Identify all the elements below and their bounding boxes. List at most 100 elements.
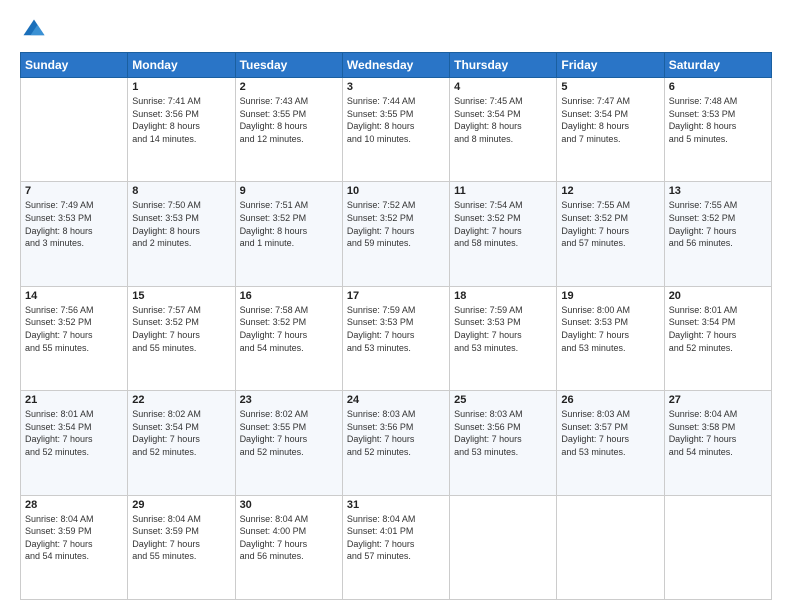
calendar-cell: 24 Sunrise: 8:03 AM Sunset: 3:56 PM Dayli…: [342, 391, 449, 495]
week-row-4: 21 Sunrise: 8:01 AM Sunset: 3:54 PM Dayli…: [21, 391, 772, 495]
calendar-cell: 17Sunrise: 7:59 AM Sunset: 3:53 PM Dayli…: [342, 286, 449, 390]
day-info: Sunrise: 8:04 AM Sunset: 3:59 PM Dayligh…: [132, 513, 230, 563]
weekday-header-wednesday: Wednesday: [342, 53, 449, 78]
weekday-header-monday: Monday: [128, 53, 235, 78]
day-number: 24: [347, 394, 445, 406]
calendar-cell: 5Sunrise: 7:47 AM Sunset: 3:54 PM Daylig…: [557, 78, 664, 182]
day-info: Sunrise: 7:50 AM Sunset: 3:53 PM Dayligh…: [132, 199, 230, 249]
week-row-5: 28 Sunrise: 8:04 AM Sunset: 3:59 PM Dayli…: [21, 495, 772, 599]
weekday-header-friday: Friday: [557, 53, 664, 78]
weekday-header-tuesday: Tuesday: [235, 53, 342, 78]
day-info: Sunrise: 8:01 AM Sunset: 3:54 PM Dayligh…: [669, 304, 767, 354]
day-number: 13: [669, 185, 767, 197]
day-number: 9: [240, 185, 338, 197]
day-info: Sunrise: 8:02 AM Sunset: 3:55 PM Dayligh…: [240, 408, 338, 458]
day-number: 10: [347, 185, 445, 197]
calendar-cell: [21, 78, 128, 182]
day-number: 7: [25, 185, 123, 197]
calendar-cell: 3 Sunrise: 7:44 AM Sunset: 3:55 PM Daylig…: [342, 78, 449, 182]
day-info: Sunrise: 7:57 AM Sunset: 3:52 PM Dayligh…: [132, 304, 230, 354]
calendar-cell: 23Sunrise: 8:02 AM Sunset: 3:55 PM Dayli…: [235, 391, 342, 495]
day-number: 5: [561, 81, 659, 93]
day-info: Sunrise: 7:48 AM Sunset: 3:53 PM Dayligh…: [669, 95, 767, 145]
calendar-cell: 22 Sunrise: 8:02 AM Sunset: 3:54 PM Dayli…: [128, 391, 235, 495]
calendar-cell: 2Sunrise: 7:43 AM Sunset: 3:55 PM Daylig…: [235, 78, 342, 182]
day-info: Sunrise: 7:58 AM Sunset: 3:52 PM Dayligh…: [240, 304, 338, 354]
day-number: 11: [454, 185, 552, 197]
day-info: Sunrise: 7:45 AM Sunset: 3:54 PM Dayligh…: [454, 95, 552, 145]
week-row-2: 7 Sunrise: 7:49 AM Sunset: 3:53 PM Daylig…: [21, 182, 772, 286]
day-number: 18: [454, 290, 552, 302]
day-info: Sunrise: 8:04 AM Sunset: 4:00 PM Dayligh…: [240, 513, 338, 563]
day-number: 15: [132, 290, 230, 302]
page: SundayMondayTuesdayWednesdayThursdayFrid…: [0, 0, 792, 612]
calendar-cell: 8 Sunrise: 7:50 AM Sunset: 3:53 PM Daylig…: [128, 182, 235, 286]
calendar-cell: 30 Sunrise: 8:04 AM Sunset: 4:00 PM Dayli…: [235, 495, 342, 599]
day-number: 6: [669, 81, 767, 93]
calendar-cell: 29 Sunrise: 8:04 AM Sunset: 3:59 PM Dayli…: [128, 495, 235, 599]
day-number: 2: [240, 81, 338, 93]
day-info: Sunrise: 7:54 AM Sunset: 3:52 PM Dayligh…: [454, 199, 552, 249]
logo: [20, 16, 52, 44]
calendar-cell: 31 Sunrise: 8:04 AM Sunset: 4:01 PM Dayli…: [342, 495, 449, 599]
calendar-cell: 25 Sunrise: 8:03 AM Sunset: 3:56 PM Dayli…: [450, 391, 557, 495]
logo-icon: [20, 16, 48, 44]
day-number: 12: [561, 185, 659, 197]
calendar-cell: 26Sunrise: 8:03 AM Sunset: 3:57 PM Dayli…: [557, 391, 664, 495]
calendar-cell: 16 Sunrise: 7:58 AM Sunset: 3:52 PM Dayli…: [235, 286, 342, 390]
day-number: 20: [669, 290, 767, 302]
day-info: Sunrise: 7:44 AM Sunset: 3:55 PM Dayligh…: [347, 95, 445, 145]
calendar-cell: 28 Sunrise: 8:04 AM Sunset: 3:59 PM Dayli…: [21, 495, 128, 599]
calendar-cell: 27Sunrise: 8:04 AM Sunset: 3:58 PM Dayli…: [664, 391, 771, 495]
day-number: 1: [132, 81, 230, 93]
calendar-cell: 18 Sunrise: 7:59 AM Sunset: 3:53 PM Dayli…: [450, 286, 557, 390]
day-number: 3: [347, 81, 445, 93]
day-info: Sunrise: 7:49 AM Sunset: 3:53 PM Dayligh…: [25, 199, 123, 249]
week-row-3: 14Sunrise: 7:56 AM Sunset: 3:52 PM Dayli…: [21, 286, 772, 390]
day-info: Sunrise: 8:04 AM Sunset: 4:01 PM Dayligh…: [347, 513, 445, 563]
day-number: 16: [240, 290, 338, 302]
day-number: 21: [25, 394, 123, 406]
calendar-cell: 13 Sunrise: 7:55 AM Sunset: 3:52 PM Dayli…: [664, 182, 771, 286]
weekday-header-row: SundayMondayTuesdayWednesdayThursdayFrid…: [21, 53, 772, 78]
calendar-cell: 20 Sunrise: 8:01 AM Sunset: 3:54 PM Dayli…: [664, 286, 771, 390]
day-info: Sunrise: 7:55 AM Sunset: 3:52 PM Dayligh…: [669, 199, 767, 249]
calendar-cell: 4Sunrise: 7:45 AM Sunset: 3:54 PM Daylig…: [450, 78, 557, 182]
day-info: Sunrise: 7:59 AM Sunset: 3:53 PM Dayligh…: [347, 304, 445, 354]
calendar-cell: 21 Sunrise: 8:01 AM Sunset: 3:54 PM Dayli…: [21, 391, 128, 495]
calendar-cell: 14Sunrise: 7:56 AM Sunset: 3:52 PM Dayli…: [21, 286, 128, 390]
day-info: Sunrise: 8:02 AM Sunset: 3:54 PM Dayligh…: [132, 408, 230, 458]
calendar-cell: 10 Sunrise: 7:52 AM Sunset: 3:52 PM Dayli…: [342, 182, 449, 286]
weekday-header-thursday: Thursday: [450, 53, 557, 78]
day-number: 22: [132, 394, 230, 406]
day-info: Sunrise: 7:52 AM Sunset: 3:52 PM Dayligh…: [347, 199, 445, 249]
day-info: Sunrise: 8:00 AM Sunset: 3:53 PM Dayligh…: [561, 304, 659, 354]
day-number: 30: [240, 499, 338, 511]
calendar-cell: 1 Sunrise: 7:41 AM Sunset: 3:56 PM Daylig…: [128, 78, 235, 182]
calendar-cell: [450, 495, 557, 599]
calendar-cell: 11 Sunrise: 7:54 AM Sunset: 3:52 PM Dayli…: [450, 182, 557, 286]
weekday-header-saturday: Saturday: [664, 53, 771, 78]
day-info: Sunrise: 8:01 AM Sunset: 3:54 PM Dayligh…: [25, 408, 123, 458]
calendar-cell: 7 Sunrise: 7:49 AM Sunset: 3:53 PM Daylig…: [21, 182, 128, 286]
day-number: 8: [132, 185, 230, 197]
weekday-header-sunday: Sunday: [21, 53, 128, 78]
day-number: 27: [669, 394, 767, 406]
day-info: Sunrise: 8:03 AM Sunset: 3:56 PM Dayligh…: [454, 408, 552, 458]
calendar-cell: 19Sunrise: 8:00 AM Sunset: 3:53 PM Dayli…: [557, 286, 664, 390]
day-info: Sunrise: 8:04 AM Sunset: 3:59 PM Dayligh…: [25, 513, 123, 563]
day-info: Sunrise: 7:56 AM Sunset: 3:52 PM Dayligh…: [25, 304, 123, 354]
calendar-cell: 6 Sunrise: 7:48 AM Sunset: 3:53 PM Daylig…: [664, 78, 771, 182]
day-number: 28: [25, 499, 123, 511]
day-number: 31: [347, 499, 445, 511]
day-info: Sunrise: 7:55 AM Sunset: 3:52 PM Dayligh…: [561, 199, 659, 249]
day-info: Sunrise: 8:03 AM Sunset: 3:56 PM Dayligh…: [347, 408, 445, 458]
calendar-cell: [664, 495, 771, 599]
day-info: Sunrise: 7:59 AM Sunset: 3:53 PM Dayligh…: [454, 304, 552, 354]
day-info: Sunrise: 7:41 AM Sunset: 3:56 PM Dayligh…: [132, 95, 230, 145]
day-number: 29: [132, 499, 230, 511]
day-info: Sunrise: 7:51 AM Sunset: 3:52 PM Dayligh…: [240, 199, 338, 249]
calendar-cell: [557, 495, 664, 599]
calendar-cell: 12 Sunrise: 7:55 AM Sunset: 3:52 PM Dayli…: [557, 182, 664, 286]
day-number: 25: [454, 394, 552, 406]
